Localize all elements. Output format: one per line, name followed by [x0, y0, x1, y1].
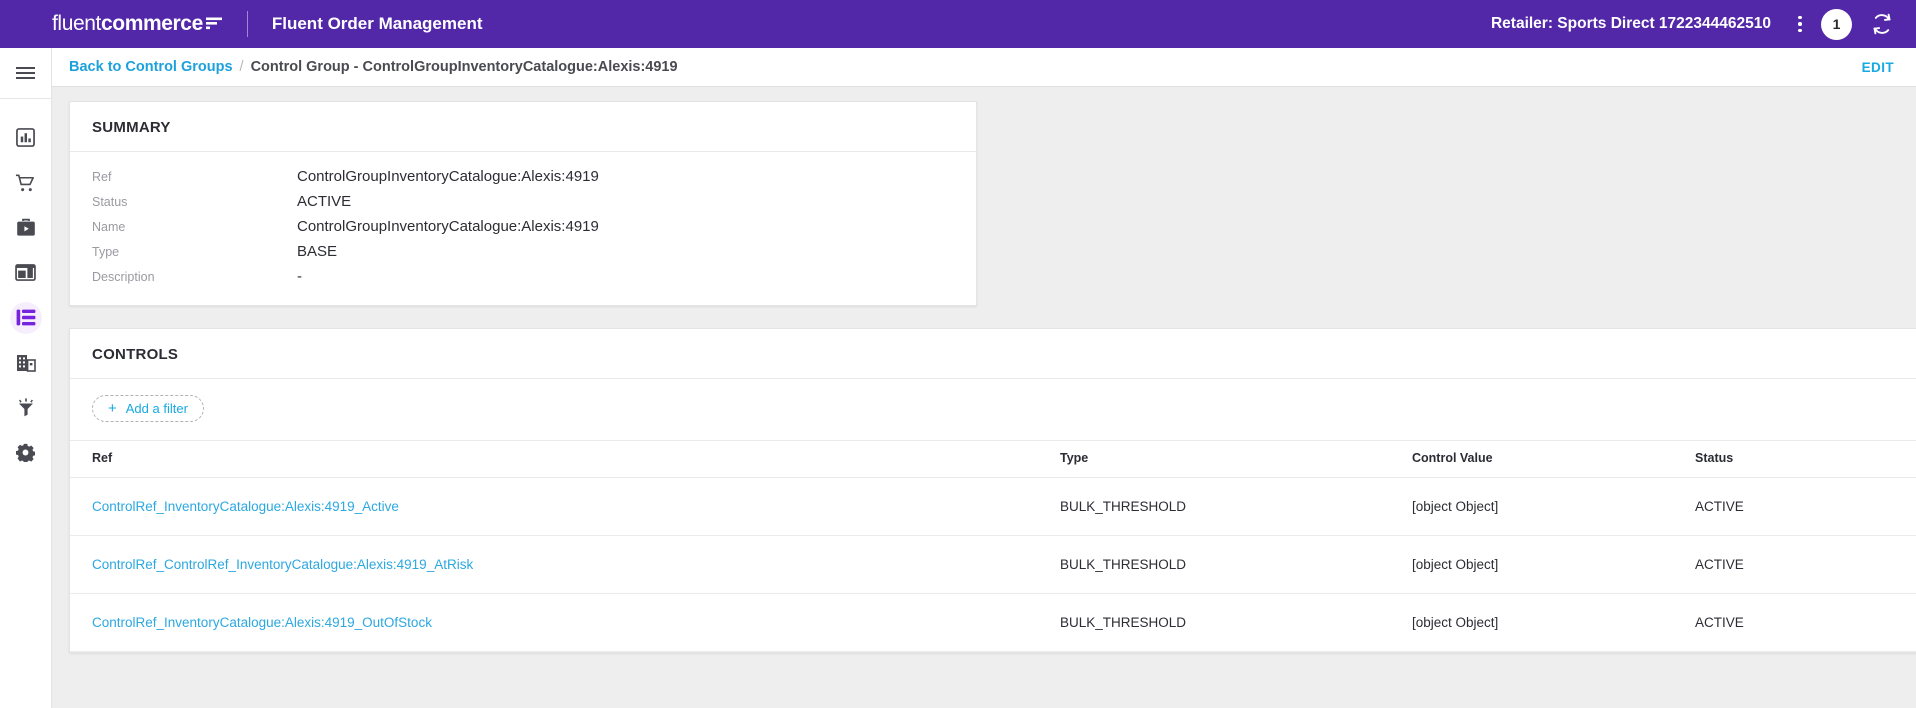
controls-table-body: ControlRef_InventoryCatalogue:Alexis:491… [70, 478, 1916, 652]
settings-gear-icon [16, 443, 35, 462]
sidebar-item-insights[interactable] [0, 385, 52, 430]
sidebar-item-inventory[interactable] [0, 295, 52, 340]
control-ref-link[interactable]: ControlRef_InventoryCatalogue:Alexis:491… [92, 615, 432, 630]
top-bar-right: Retailer: Sports Direct 1722344462510 1 [1491, 9, 1916, 40]
sidebar-item-workspace[interactable] [0, 250, 52, 295]
main-content: Back to Control Groups / Control Group -… [52, 48, 1916, 708]
brand-area: fluentcommerce Fluent Order Management [0, 11, 483, 37]
summary-key: Name [92, 220, 297, 234]
controls-title: CONTROLS [92, 346, 1916, 363]
summary-fields: Ref ControlGroupInventoryCatalogue:Alexi… [70, 152, 976, 305]
column-header-ref[interactable]: Ref [70, 441, 1060, 478]
cell-type: BULK_THRESHOLD [1060, 594, 1412, 652]
reports-chart-icon [16, 128, 35, 147]
edit-button[interactable]: EDIT [1862, 60, 1894, 75]
summary-title: SUMMARY [92, 119, 954, 136]
summary-value: ControlGroupInventoryCatalogue:Alexis:49… [297, 218, 599, 235]
summary-value: ACTIVE [297, 193, 351, 210]
sidebar-item-locations[interactable] [0, 340, 52, 385]
table-header-row: Ref Type Control Value Status [70, 441, 1916, 478]
column-header-status[interactable]: Status [1695, 441, 1916, 478]
table-row: ControlRef_ControlRef_InventoryCatalogue… [70, 536, 1916, 594]
top-bar: fluentcommerce Fluent Order Management R… [0, 0, 1916, 48]
logo-text-bold: commerce [101, 12, 203, 35]
column-header-type[interactable]: Type [1060, 441, 1412, 478]
summary-card-header: SUMMARY [70, 102, 976, 152]
funnel-insights-icon [17, 398, 35, 417]
breadcrumb-bar: Back to Control Groups / Control Group -… [52, 48, 1916, 87]
inventory-list-icon [16, 309, 36, 326]
cell-ref: ControlRef_InventoryCatalogue:Alexis:491… [70, 478, 1060, 536]
summary-value: BASE [297, 243, 337, 260]
summary-card: SUMMARY Ref ControlGroupInventoryCatalog… [69, 101, 977, 306]
left-nav-rail [0, 48, 52, 708]
scroll-area: SUMMARY Ref ControlGroupInventoryCatalog… [52, 87, 1916, 708]
rail-items [0, 99, 52, 475]
summary-row-name: Name ControlGroupInventoryCatalogue:Alex… [70, 214, 976, 239]
sidebar-item-settings[interactable] [0, 430, 52, 475]
cell-ref: ControlRef_InventoryCatalogue:Alexis:491… [70, 594, 1060, 652]
cell-status: ACTIVE [1695, 478, 1916, 536]
plus-icon: + [108, 401, 117, 416]
summary-key: Ref [92, 170, 297, 184]
control-ref-link[interactable]: ControlRef_ControlRef_InventoryCatalogue… [92, 557, 473, 572]
building-location-icon [16, 353, 36, 372]
app-title: Fluent Order Management [272, 14, 483, 34]
retailer-label: Retailer: Sports Direct 1722344462510 [1491, 15, 1771, 33]
cell-status: ACTIVE [1695, 536, 1916, 594]
controls-card: CONTROLS + Add a filter Ref Type Control… [69, 328, 1916, 653]
add-filter-label: Add a filter [126, 401, 188, 416]
briefcase-play-icon [16, 218, 36, 237]
logo-text-light: fluent [52, 12, 101, 35]
add-filter-button[interactable]: + Add a filter [92, 395, 204, 422]
summary-key: Description [92, 270, 297, 284]
summary-key: Status [92, 195, 297, 209]
cell-control-value: [object Object] [1412, 536, 1695, 594]
summary-value: - [297, 268, 302, 285]
notification-count-badge[interactable]: 1 [1821, 9, 1852, 40]
layout-panel-icon [15, 264, 36, 281]
table-row: ControlRef_InventoryCatalogue:Alexis:491… [70, 478, 1916, 536]
breadcrumb-separator: / [240, 59, 244, 75]
sidebar-item-orders[interactable] [0, 160, 52, 205]
summary-value: ControlGroupInventoryCatalogue:Alexis:49… [297, 168, 599, 185]
sidebar-item-fulfilment[interactable] [0, 205, 52, 250]
cell-control-value: [object Object] [1412, 594, 1695, 652]
summary-row-ref: Ref ControlGroupInventoryCatalogue:Alexi… [70, 164, 976, 189]
table-row: ControlRef_InventoryCatalogue:Alexis:491… [70, 594, 1916, 652]
breadcrumb-back-link[interactable]: Back to Control Groups [69, 59, 233, 75]
filter-bar: + Add a filter [70, 379, 1916, 440]
brand-divider [247, 11, 248, 37]
fluent-commerce-logo[interactable]: fluentcommerce [52, 12, 223, 37]
control-ref-link[interactable]: ControlRef_InventoryCatalogue:Alexis:491… [92, 499, 399, 514]
logo-mark-icon [205, 13, 223, 37]
summary-key: Type [92, 245, 297, 259]
shopping-cart-icon [15, 173, 36, 193]
page-title: Control Group - ControlGroupInventoryCat… [251, 59, 678, 75]
summary-row-type: Type BASE [70, 239, 976, 264]
cell-type: BULK_THRESHOLD [1060, 478, 1412, 536]
controls-table: Ref Type Control Value Status ControlRef… [70, 440, 1916, 652]
cell-ref: ControlRef_ControlRef_InventoryCatalogue… [70, 536, 1060, 594]
summary-row-description: Description - [70, 264, 976, 289]
cell-type: BULK_THRESHOLD [1060, 536, 1412, 594]
sidebar-item-reports[interactable] [0, 115, 52, 160]
controls-table-head: Ref Type Control Value Status [70, 441, 1916, 478]
hamburger-menu-icon[interactable] [0, 48, 52, 98]
kebab-menu-icon[interactable] [1789, 10, 1811, 38]
summary-row-status: Status ACTIVE [70, 189, 976, 214]
refresh-icon[interactable] [1870, 12, 1894, 36]
cell-control-value: [object Object] [1412, 478, 1695, 536]
column-header-control-value[interactable]: Control Value [1412, 441, 1695, 478]
cell-status: ACTIVE [1695, 594, 1916, 652]
controls-card-header: CONTROLS [70, 329, 1916, 379]
